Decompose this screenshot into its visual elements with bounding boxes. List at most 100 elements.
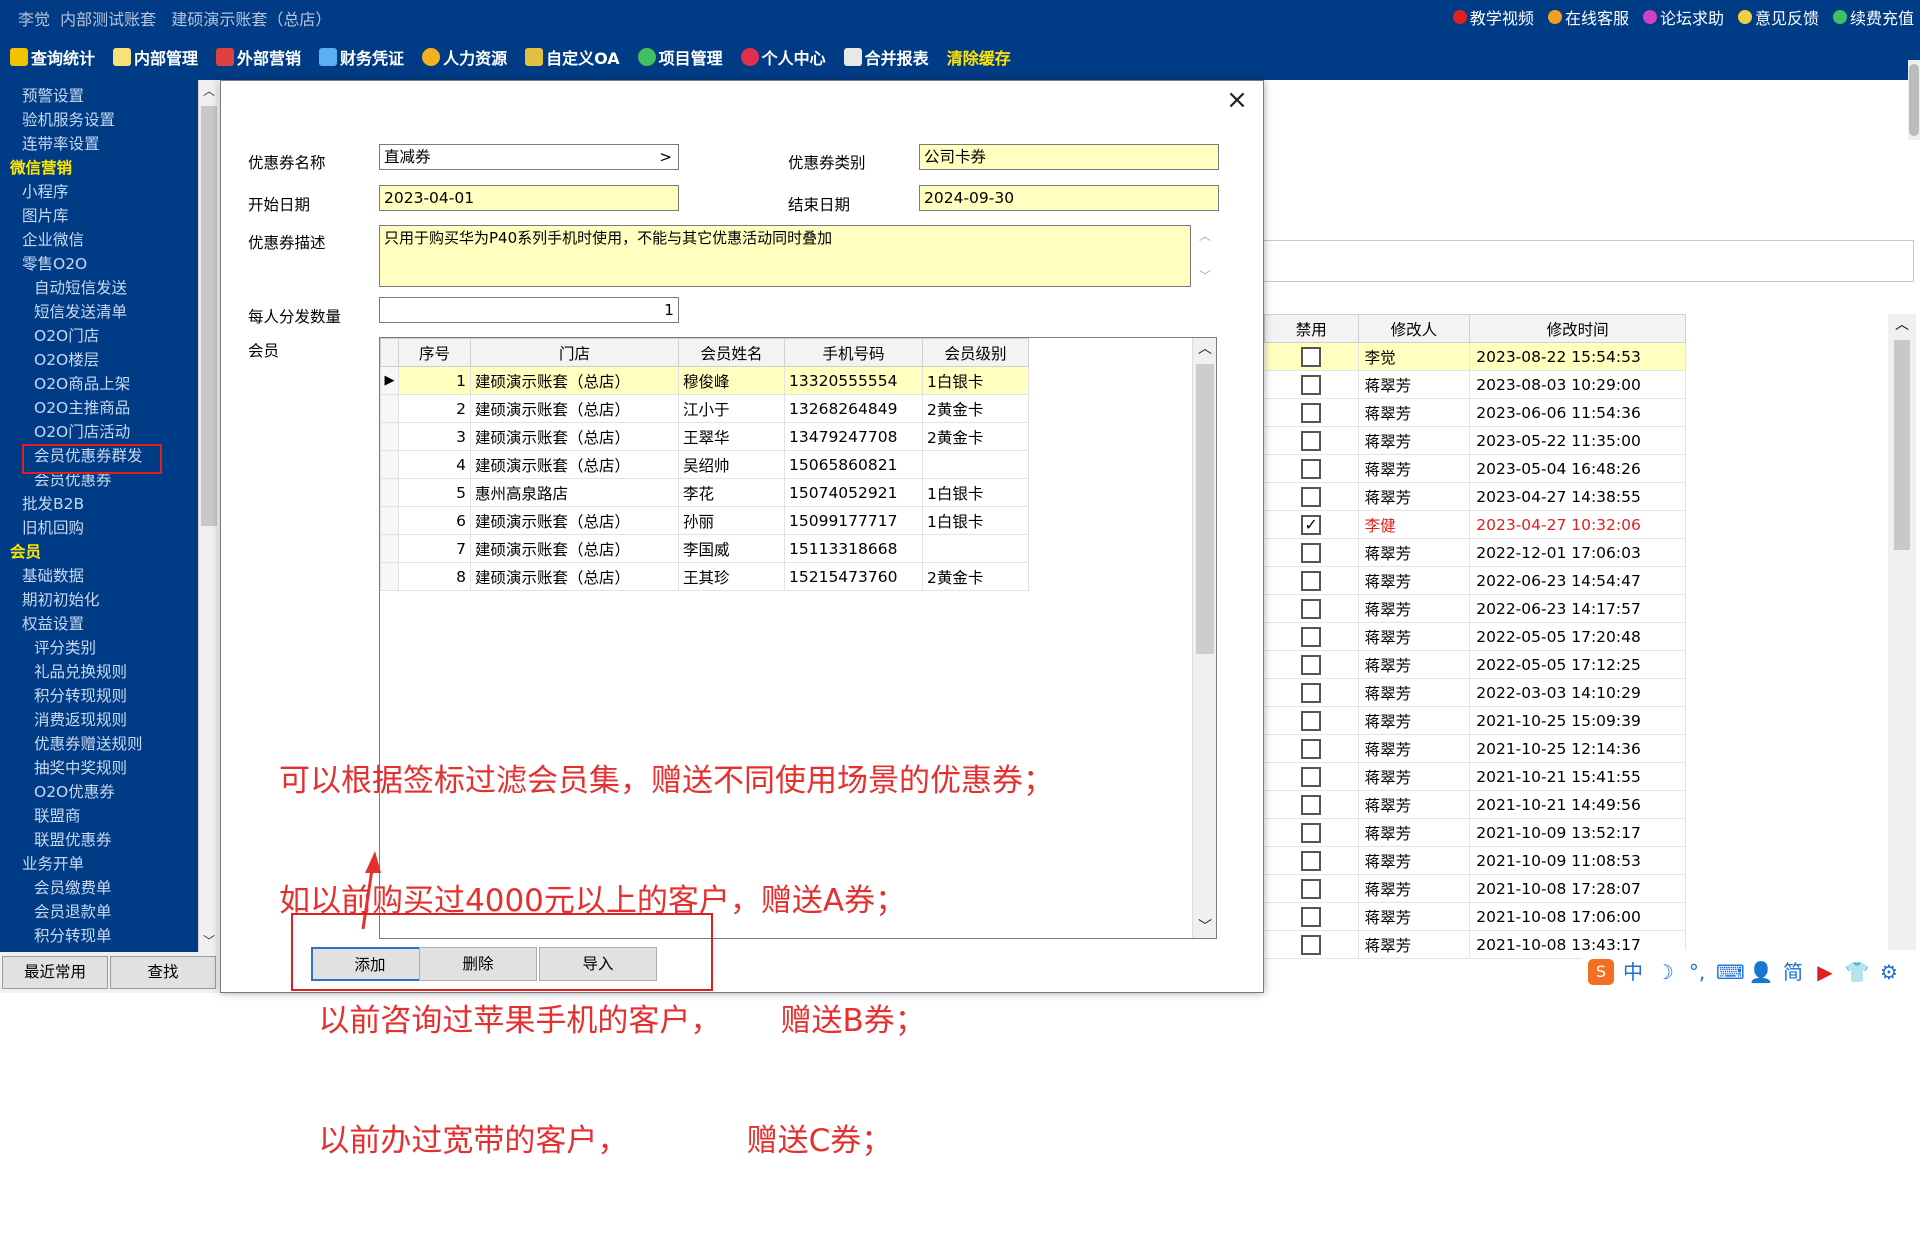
menu-query-stats[interactable]: 查询统计 bbox=[10, 45, 95, 69]
tab-search[interactable]: 查找 bbox=[110, 956, 216, 989]
sidebar-item[interactable]: 积分转现规则 bbox=[0, 684, 196, 708]
table-row[interactable]: 蒋翠芳 2023-05-04 16:48:26 bbox=[1264, 454, 1686, 483]
recharge-link[interactable]: 续费充值 bbox=[1832, 5, 1914, 29]
disabled-checkbox[interactable] bbox=[1301, 346, 1322, 367]
menu-external-marketing[interactable]: 外部营销 bbox=[216, 45, 301, 69]
table-row[interactable]: 蒋翠芳 2021-10-21 15:41:55 bbox=[1264, 762, 1686, 791]
sidebar-item[interactable]: 自动短信发送 bbox=[0, 276, 196, 300]
disabled-checkbox[interactable] bbox=[1301, 598, 1322, 619]
table-row[interactable]: 6 建硕演示账套（总店） 孙丽 15099177717 1白银卡 bbox=[380, 506, 1029, 535]
col-member-name[interactable]: 会员姓名 bbox=[678, 338, 785, 367]
sidebar-item[interactable]: 会员退款单 bbox=[0, 900, 196, 924]
scroll-thumb[interactable] bbox=[1894, 340, 1910, 550]
sidebar-item[interactable]: O2O主推商品 bbox=[0, 396, 196, 420]
sidebar-item[interactable]: 微信营销 bbox=[0, 156, 196, 180]
col-no[interactable]: 序号 bbox=[398, 338, 471, 367]
sidebar-item[interactable]: 期初初始化 bbox=[0, 588, 196, 612]
sidebar-item[interactable]: 会员 bbox=[0, 540, 196, 564]
sidebar-item[interactable]: 礼品兑换规则 bbox=[0, 660, 196, 684]
disabled-checkbox[interactable]: ✓ bbox=[1301, 514, 1322, 535]
disabled-checkbox[interactable] bbox=[1301, 430, 1322, 451]
sidebar-item[interactable]: O2O门店 bbox=[0, 324, 196, 348]
menu-finance-voucher[interactable]: 财务凭证 bbox=[319, 45, 404, 69]
menu-hr[interactable]: 人力资源 bbox=[422, 45, 507, 69]
chevron-down-icon[interactable]: ﹀ bbox=[199, 930, 218, 952]
table-row[interactable]: 2 建硕演示账套（总店） 江小于 13268264849 2黄金卡 bbox=[380, 394, 1029, 423]
col-member-level[interactable]: 会员级别 bbox=[922, 338, 1029, 367]
disabled-checkbox[interactable] bbox=[1301, 654, 1322, 675]
table-row[interactable]: 李觉 2023-08-22 15:54:53 bbox=[1264, 342, 1686, 371]
punctuation-icon[interactable]: °, bbox=[1684, 959, 1710, 985]
table-row[interactable]: 蒋翠芳 2021-10-09 11:08:53 bbox=[1264, 846, 1686, 875]
disabled-checkbox[interactable] bbox=[1301, 374, 1322, 395]
sidebar-item[interactable]: 评分类别 bbox=[0, 636, 196, 660]
sidebar-item[interactable]: 批发B2B bbox=[0, 492, 196, 516]
menu-merged-report[interactable]: 合并报表 bbox=[843, 45, 929, 69]
sidebar-item[interactable]: 会员缴费单 bbox=[0, 876, 196, 900]
disabled-checkbox[interactable] bbox=[1301, 794, 1322, 815]
delete-button[interactable]: 删除 bbox=[419, 947, 537, 981]
list-scrollbar[interactable]: ︿ bbox=[1888, 314, 1916, 986]
coupon-type-field[interactable]: 公司卡券 bbox=[919, 144, 1219, 170]
disabled-checkbox[interactable] bbox=[1301, 766, 1322, 787]
table-row[interactable]: 蒋翠芳 2022-06-23 14:54:47 bbox=[1264, 566, 1686, 595]
start-date-field[interactable]: 2023-04-01 bbox=[379, 185, 679, 211]
quantity-field[interactable]: 1 bbox=[379, 297, 679, 323]
chevron-right-icon[interactable]: > bbox=[659, 145, 672, 169]
menu-personal-center[interactable]: 个人中心 bbox=[740, 45, 826, 69]
moon-icon[interactable]: ☽ bbox=[1652, 959, 1678, 985]
table-row[interactable]: 蒋翠芳 2021-10-25 12:14:36 bbox=[1264, 734, 1686, 763]
sidebar-item[interactable]: 业务开单 bbox=[0, 852, 196, 876]
chevron-up-icon[interactable]: ︿ bbox=[1888, 314, 1916, 336]
disabled-checkbox[interactable] bbox=[1301, 542, 1322, 563]
ime-logo-icon[interactable]: S bbox=[1588, 958, 1614, 985]
close-icon[interactable]: × bbox=[1223, 87, 1251, 115]
keyboard-icon[interactable]: ⌨ bbox=[1716, 959, 1745, 985]
col-modified-time[interactable]: 修改时间 bbox=[1469, 314, 1686, 343]
chevron-down-icon[interactable]: ﹀ bbox=[1193, 916, 1216, 938]
sidebar-item[interactable]: 预警设置 bbox=[0, 84, 196, 108]
table-row[interactable]: 蒋翠芳 2021-10-08 17:06:00 bbox=[1264, 902, 1686, 931]
sidebar-item[interactable]: 连带率设置 bbox=[0, 132, 196, 156]
tab-recent[interactable]: 最近常用 bbox=[2, 956, 108, 989]
table-row[interactable]: 蒋翠芳 2022-03-03 14:10:29 bbox=[1264, 678, 1686, 707]
disabled-checkbox[interactable] bbox=[1301, 486, 1322, 507]
table-row[interactable]: 蒋翠芳 2022-05-05 17:12:25 bbox=[1264, 650, 1686, 679]
import-button[interactable]: 导入 bbox=[539, 947, 657, 981]
sidebar-item[interactable]: 联盟商 bbox=[0, 804, 196, 828]
table-row[interactable]: 蒋翠芳 2021-10-09 13:52:17 bbox=[1264, 818, 1686, 847]
sidebar-item[interactable]: 旧机回购 bbox=[0, 516, 196, 540]
disabled-checkbox[interactable] bbox=[1301, 570, 1322, 591]
sidebar-item[interactable]: 小程序 bbox=[0, 180, 196, 204]
table-row[interactable]: 蒋翠芳 2023-06-06 11:54:36 bbox=[1264, 398, 1686, 427]
sidebar-item[interactable]: 抽奖中奖规则 bbox=[0, 756, 196, 780]
table-row[interactable]: 8 建硕演示账套（总店） 王其珍 15215473760 2黄金卡 bbox=[380, 562, 1029, 591]
gear-icon[interactable]: ⚙ bbox=[1876, 959, 1902, 985]
table-row[interactable]: 蒋翠芳 2021-10-25 15:09:39 bbox=[1264, 706, 1686, 735]
sidebar-item[interactable]: O2O商品上架 bbox=[0, 372, 196, 396]
sidebar-item[interactable]: 基础数据 bbox=[0, 564, 196, 588]
sidebar-item[interactable]: 短信发送清单 bbox=[0, 300, 196, 324]
sidebar-item[interactable]: 消费返现规则 bbox=[0, 708, 196, 732]
disabled-checkbox[interactable] bbox=[1301, 402, 1322, 423]
scroll-thumb[interactable] bbox=[1196, 364, 1214, 654]
table-row[interactable]: ▶ 1 建硕演示账套（总店） 穆俊峰 13320555554 1白银卡 bbox=[380, 366, 1029, 395]
table-row[interactable]: 3 建硕演示账套（总店） 王翠华 13479247708 2黄金卡 bbox=[380, 422, 1029, 451]
table-row[interactable]: 蒋翠芳 2022-05-05 17:20:48 bbox=[1264, 622, 1686, 651]
table-row[interactable]: 7 建硕演示账套（总店） 李国威 15113318668 bbox=[380, 534, 1029, 563]
table-row[interactable]: ✓ 李健 2023-04-27 10:32:06 bbox=[1264, 510, 1686, 539]
col-disabled[interactable]: 禁用 bbox=[1264, 314, 1359, 343]
simplified-icon[interactable]: 简 bbox=[1780, 959, 1806, 985]
table-row[interactable]: 蒋翠芳 2021-10-08 17:28:07 bbox=[1264, 874, 1686, 903]
coupon-name-field[interactable]: 直减券 > bbox=[379, 144, 679, 170]
sidebar-item[interactable]: 联盟优惠券 bbox=[0, 828, 196, 852]
forum-link[interactable]: 论坛求助 bbox=[1642, 5, 1724, 29]
user-icon[interactable]: 👤 bbox=[1748, 959, 1774, 985]
sidebar-scrollbar[interactable]: ︿ ﹀ bbox=[198, 80, 218, 952]
disabled-checkbox[interactable] bbox=[1301, 626, 1322, 647]
disabled-checkbox[interactable] bbox=[1301, 682, 1322, 703]
menu-project-mgmt[interactable]: 项目管理 bbox=[637, 45, 723, 69]
sidebar-item[interactable]: O2O楼层 bbox=[0, 348, 196, 372]
disabled-checkbox[interactable] bbox=[1301, 710, 1322, 731]
disabled-checkbox[interactable] bbox=[1301, 878, 1322, 899]
